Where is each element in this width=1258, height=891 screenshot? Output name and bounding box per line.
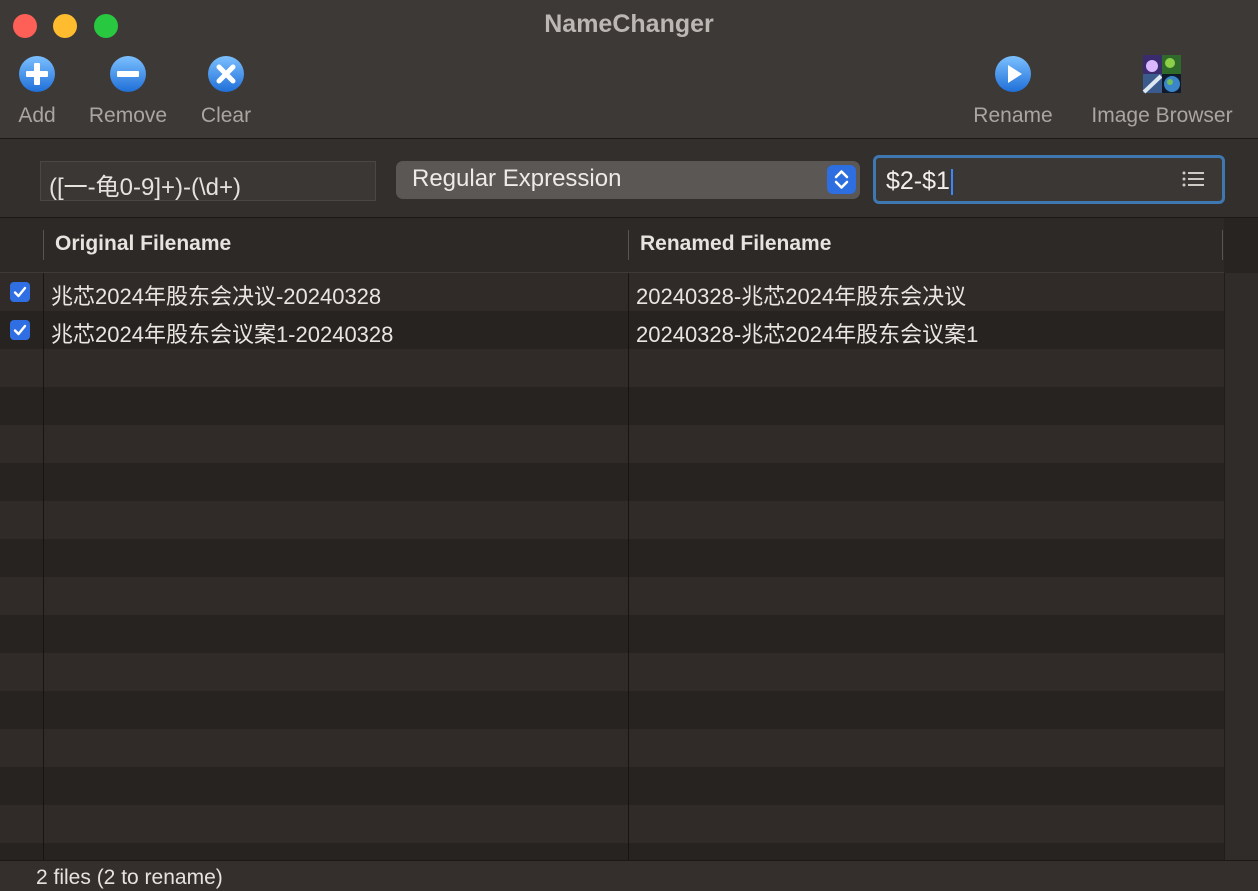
column-divider [43,230,44,260]
vertical-scrollbar[interactable] [1224,273,1258,860]
rename-icon [995,56,1031,92]
empty-row [0,653,1224,691]
rename-label: Rename [973,104,1053,127]
stepper-icon[interactable] [827,165,856,194]
title-bar: NameChanger Add Remove Clear Rename Imag… [0,0,1258,139]
column-divider [1222,230,1223,260]
window-title: NameChanger [544,10,714,38]
rename-checkbox[interactable] [10,320,30,340]
clear-label: Clear [200,104,252,127]
empty-row [0,501,1224,539]
empty-row [0,425,1224,463]
column-separator [628,273,629,860]
empty-row [0,577,1224,615]
rename-mode-value: Regular Expression [412,165,622,192]
column-separator [43,273,44,860]
table-row[interactable]: 兆芯2024年股东会决议-20240328 20240328-兆芯2024年股东… [0,273,1224,311]
column-divider [628,230,629,260]
text-caret [950,169,953,196]
files-table: Original Filename Renamed Filename 兆芯202… [0,218,1258,860]
empty-row [0,691,1224,729]
replace-pattern-field[interactable]: $2-$1 [873,155,1225,204]
remove-icon [110,56,146,92]
empty-row [0,615,1224,653]
original-filename-cell: 兆芯2024年股东会议案1-20240328 [51,322,394,347]
table-header: Original Filename Renamed Filename [0,218,1224,273]
empty-row [0,767,1224,805]
empty-row [0,805,1224,843]
status-bar: 2 files (2 to rename) [0,860,1258,891]
rename-options-bar: ([一-龟0-9]+)-(\d+) Regular Expression $2-… [0,139,1258,218]
empty-row [0,463,1224,501]
clear-button[interactable]: Clear [196,54,256,128]
renamed-filename-cell: 20240328-兆芯2024年股东会议案1 [636,322,979,347]
renamed-filename-cell: 20240328-兆芯2024年股东会决议 [636,284,967,309]
empty-row [0,387,1224,425]
clear-icon [208,56,244,92]
empty-row [0,539,1224,577]
empty-row [0,843,1224,860]
rename-checkbox[interactable] [10,282,30,302]
checkbox-icon [13,286,27,298]
image-browser-button[interactable]: Image Browser [1082,54,1242,128]
add-label: Add [18,104,56,127]
original-filename-cell: 兆芯2024年股东会决议-20240328 [51,284,382,309]
image-browser-label: Image Browser [1091,104,1233,127]
remove-button[interactable]: Remove [84,54,172,128]
add-icon [19,56,55,92]
find-pattern-field[interactable]: ([一-龟0-9]+)-(\d+) [40,161,376,201]
status-text: 2 files (2 to rename) [36,866,223,889]
list-icon[interactable] [1182,171,1204,187]
table-row[interactable]: 兆芯2024年股东会议案1-20240328 20240328-兆芯2024年股… [0,311,1224,349]
add-button[interactable]: Add [12,54,62,128]
image-browser-icon [1142,55,1181,94]
column-original-filename[interactable]: Original Filename [55,232,231,256]
table-body: 兆芯2024年股东会决议-20240328 20240328-兆芯2024年股东… [0,273,1224,860]
checkbox-icon [13,324,27,336]
rename-button[interactable]: Rename [968,54,1058,128]
replace-value: $2-$1 [886,167,950,195]
rename-mode-select[interactable]: Regular Expression [396,161,860,199]
empty-row [0,729,1224,767]
empty-row [0,349,1224,387]
remove-label: Remove [88,104,168,127]
column-renamed-filename[interactable]: Renamed Filename [640,232,831,256]
